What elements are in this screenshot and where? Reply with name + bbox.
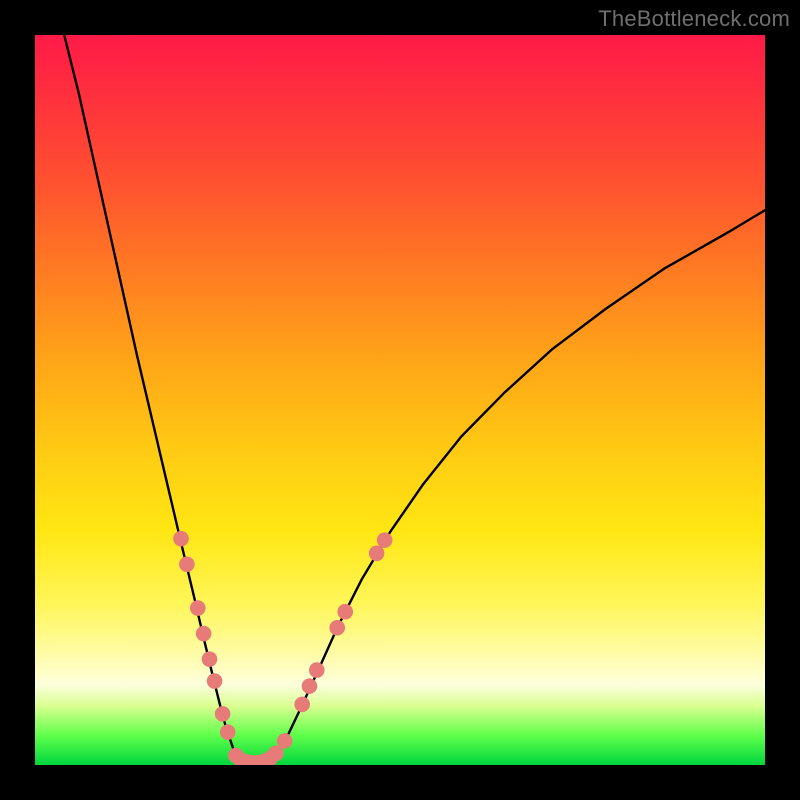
highlight-dot — [220, 724, 236, 740]
watermark-text: TheBottleneck.com — [598, 6, 790, 32]
chart-svg — [35, 35, 765, 765]
highlight-dot — [215, 706, 231, 722]
highlight-dot — [309, 662, 325, 678]
highlight-dot — [329, 620, 345, 636]
highlight-dot — [369, 546, 385, 562]
highlight-dot — [173, 531, 189, 547]
highlight-dot — [277, 733, 293, 749]
highlight-dot — [196, 626, 212, 642]
highlight-dot — [202, 651, 218, 667]
highlight-dot — [190, 600, 206, 616]
plot-area — [35, 35, 765, 765]
highlight-dot — [377, 532, 393, 548]
chart-frame: TheBottleneck.com — [0, 0, 800, 800]
highlight-dot — [302, 678, 318, 694]
highlight-dot — [337, 604, 353, 620]
highlight-dot — [294, 697, 310, 713]
bottleneck-curve — [64, 35, 765, 763]
highlight-dot — [207, 673, 223, 689]
highlight-dot — [179, 556, 195, 572]
